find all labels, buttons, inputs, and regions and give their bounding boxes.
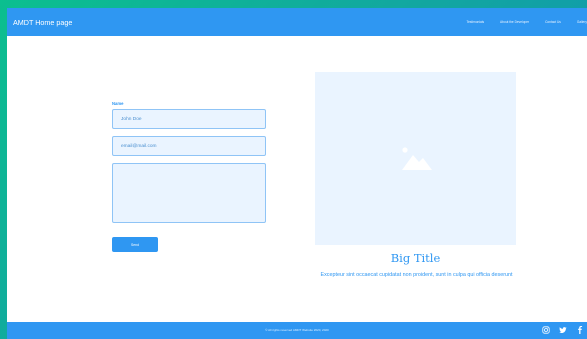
nav-link-gallery[interactable]: Gallery	[577, 20, 587, 24]
nav-links: Testimonials About the Developer Contact…	[467, 8, 587, 36]
browser-page: AMDT Home page Testimonials About the De…	[7, 8, 587, 339]
send-button[interactable]: Send	[112, 237, 158, 252]
instagram-icon[interactable]	[542, 326, 550, 334]
nav-link-testimonials[interactable]: Testimonials	[467, 20, 485, 24]
feature-description: Excepteur sint occaecat cupidatat non pr…	[320, 272, 513, 278]
top-navbar: AMDT Home page Testimonials About the De…	[7, 8, 587, 36]
feature-title: Big Title	[390, 251, 441, 265]
nav-link-about-developer[interactable]: About the Developer	[500, 20, 529, 24]
name-input[interactable]: John Doe	[112, 109, 266, 129]
contact-form: Name John Doe email@mail.com	[112, 101, 273, 223]
social-links	[542, 326, 584, 334]
feature-image	[315, 72, 516, 245]
email-input[interactable]: email@mail.com	[112, 136, 266, 156]
twitter-icon[interactable]	[559, 326, 567, 334]
nav-link-contact-us[interactable]: Contact Us	[545, 20, 561, 24]
footer: © All rights reserved AMDT Website 2020,…	[7, 322, 587, 339]
message-textarea[interactable]	[112, 163, 266, 223]
footer-copyright: © All rights reserved AMDT Website 2020,…	[265, 328, 329, 332]
name-label: Name	[112, 101, 124, 106]
brand-title[interactable]: AMDT Home page	[13, 18, 72, 27]
image-placeholder-icon	[402, 147, 432, 170]
facebook-icon[interactable]	[576, 326, 584, 334]
